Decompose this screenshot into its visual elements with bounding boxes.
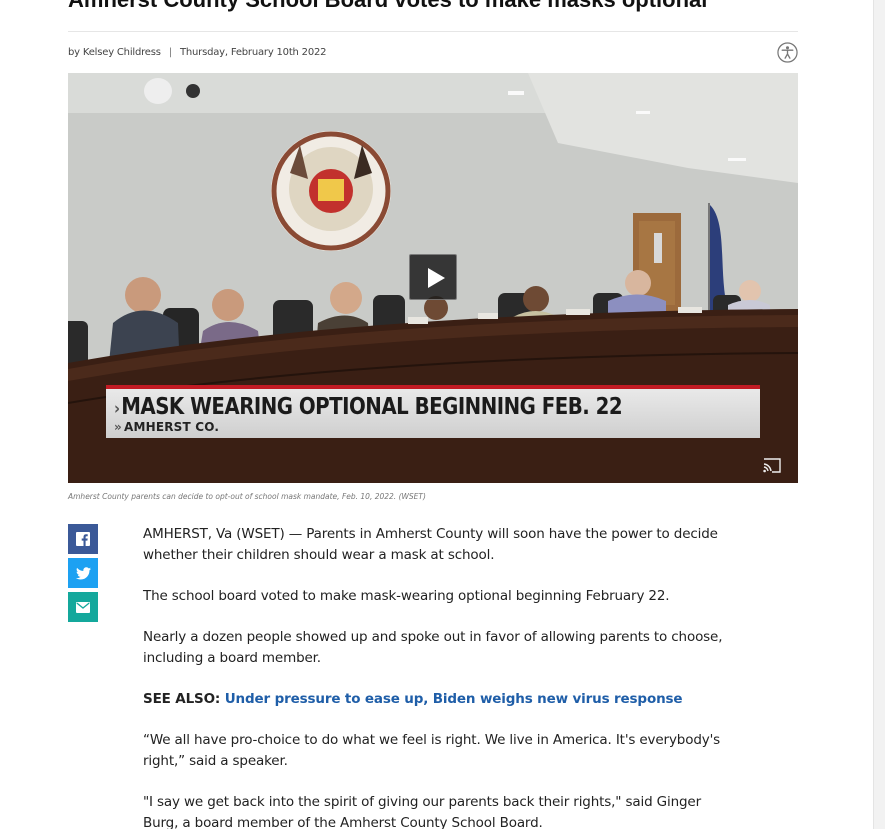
lower-third-subtitle: AMHERST CO. bbox=[123, 420, 220, 434]
share-facebook-button[interactable] bbox=[68, 524, 98, 554]
share-email-button[interactable] bbox=[68, 592, 98, 622]
video-player[interactable]: ›MASK WEARING OPTIONAL BEGINNING FEB. 22… bbox=[68, 73, 798, 483]
byline: by Kelsey Childress | Thursday, February 1… bbox=[68, 47, 327, 58]
video-caption: Amherst County parents can decide to opt… bbox=[68, 492, 426, 501]
byline-separator: | bbox=[168, 47, 172, 58]
scrollbar[interactable] bbox=[873, 0, 885, 829]
cast-icon[interactable] bbox=[763, 458, 781, 473]
article-body: AMHERST, Va (WSET) — Parents in Amherst … bbox=[143, 524, 733, 829]
paragraph: The school board voted to make mask-wear… bbox=[143, 588, 670, 604]
lower-third-title: MASK WEARING OPTIONAL BEGINNING FEB. 22 bbox=[121, 394, 623, 420]
chevron-right-icon: › bbox=[114, 399, 120, 419]
see-also-link[interactable]: Under pressure to ease up, Biden weighs … bbox=[225, 691, 683, 707]
publish-date: Thursday, February 10th 2022 bbox=[179, 47, 327, 58]
author[interactable]: by Kelsey Childress bbox=[68, 47, 161, 58]
divider bbox=[68, 31, 798, 32]
double-chevron-icon: » bbox=[114, 420, 122, 434]
accessibility-icon[interactable] bbox=[777, 42, 798, 63]
paragraph: "I say we get back into the spirit of gi… bbox=[143, 794, 701, 829]
facebook-icon bbox=[76, 532, 90, 546]
paragraph: “We all have pro-choice to do what we fe… bbox=[143, 732, 721, 769]
lower-third-banner: ›MASK WEARING OPTIONAL BEGINNING FEB. 22… bbox=[106, 385, 760, 438]
share-twitter-button[interactable] bbox=[68, 558, 98, 588]
play-button[interactable] bbox=[409, 254, 457, 300]
see-also-label: SEE ALSO: bbox=[143, 691, 221, 707]
twitter-icon bbox=[75, 566, 91, 579]
paragraph: Nearly a dozen people showed up and spok… bbox=[143, 629, 723, 666]
see-also: SEE ALSO: Under pressure to ease up, Bid… bbox=[143, 689, 733, 710]
email-icon bbox=[76, 601, 90, 613]
article-headline: Amherst County School Board votes to mak… bbox=[68, 0, 798, 14]
paragraph: AMHERST, Va (WSET) — Parents in Amherst … bbox=[143, 526, 718, 563]
